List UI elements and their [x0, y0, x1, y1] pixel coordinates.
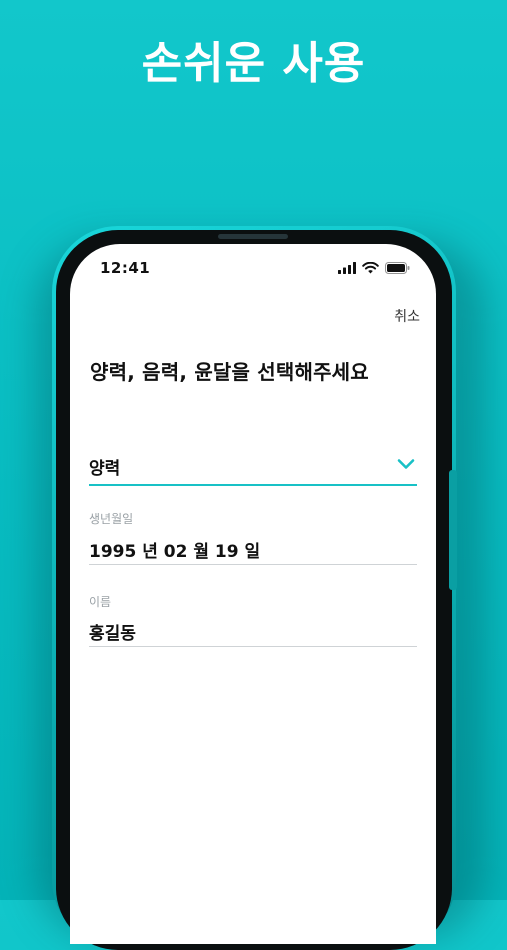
- birthdate-label: 생년월일: [89, 512, 134, 526]
- chevron-down-icon: [397, 459, 415, 469]
- name-field[interactable]: 홍길동: [89, 616, 417, 647]
- name-label: 이름: [89, 595, 112, 609]
- wifi-icon: [362, 262, 379, 274]
- cancel-button[interactable]: 취소: [394, 306, 420, 326]
- birthdate-value: 1995 년 02 월 19 일: [89, 542, 261, 562]
- phone-side-button: [449, 470, 457, 590]
- status-time: 12:41: [100, 259, 151, 277]
- status-icons: [338, 262, 410, 274]
- calendar-type-select[interactable]: 양력: [89, 448, 417, 486]
- page-title: 양력, 음력, 윤달을 선택해주세요: [90, 360, 369, 384]
- calendar-type-value: 양력: [89, 459, 121, 479]
- name-value: 홍길동: [89, 624, 136, 644]
- battery-icon: [385, 262, 410, 274]
- promo-headline: 손쉬운 사용: [141, 38, 366, 89]
- cellular-signal-icon: [338, 262, 356, 274]
- phone-screen: 12:41 취소 양력, 음력, 윤달을 선택해주세요 양력 생년월일 1995…: [70, 244, 436, 944]
- status-bar: 12:41: [70, 258, 436, 282]
- phone-speaker: [218, 234, 288, 239]
- birthdate-field[interactable]: 1995 년 02 월 19 일: [89, 534, 417, 565]
